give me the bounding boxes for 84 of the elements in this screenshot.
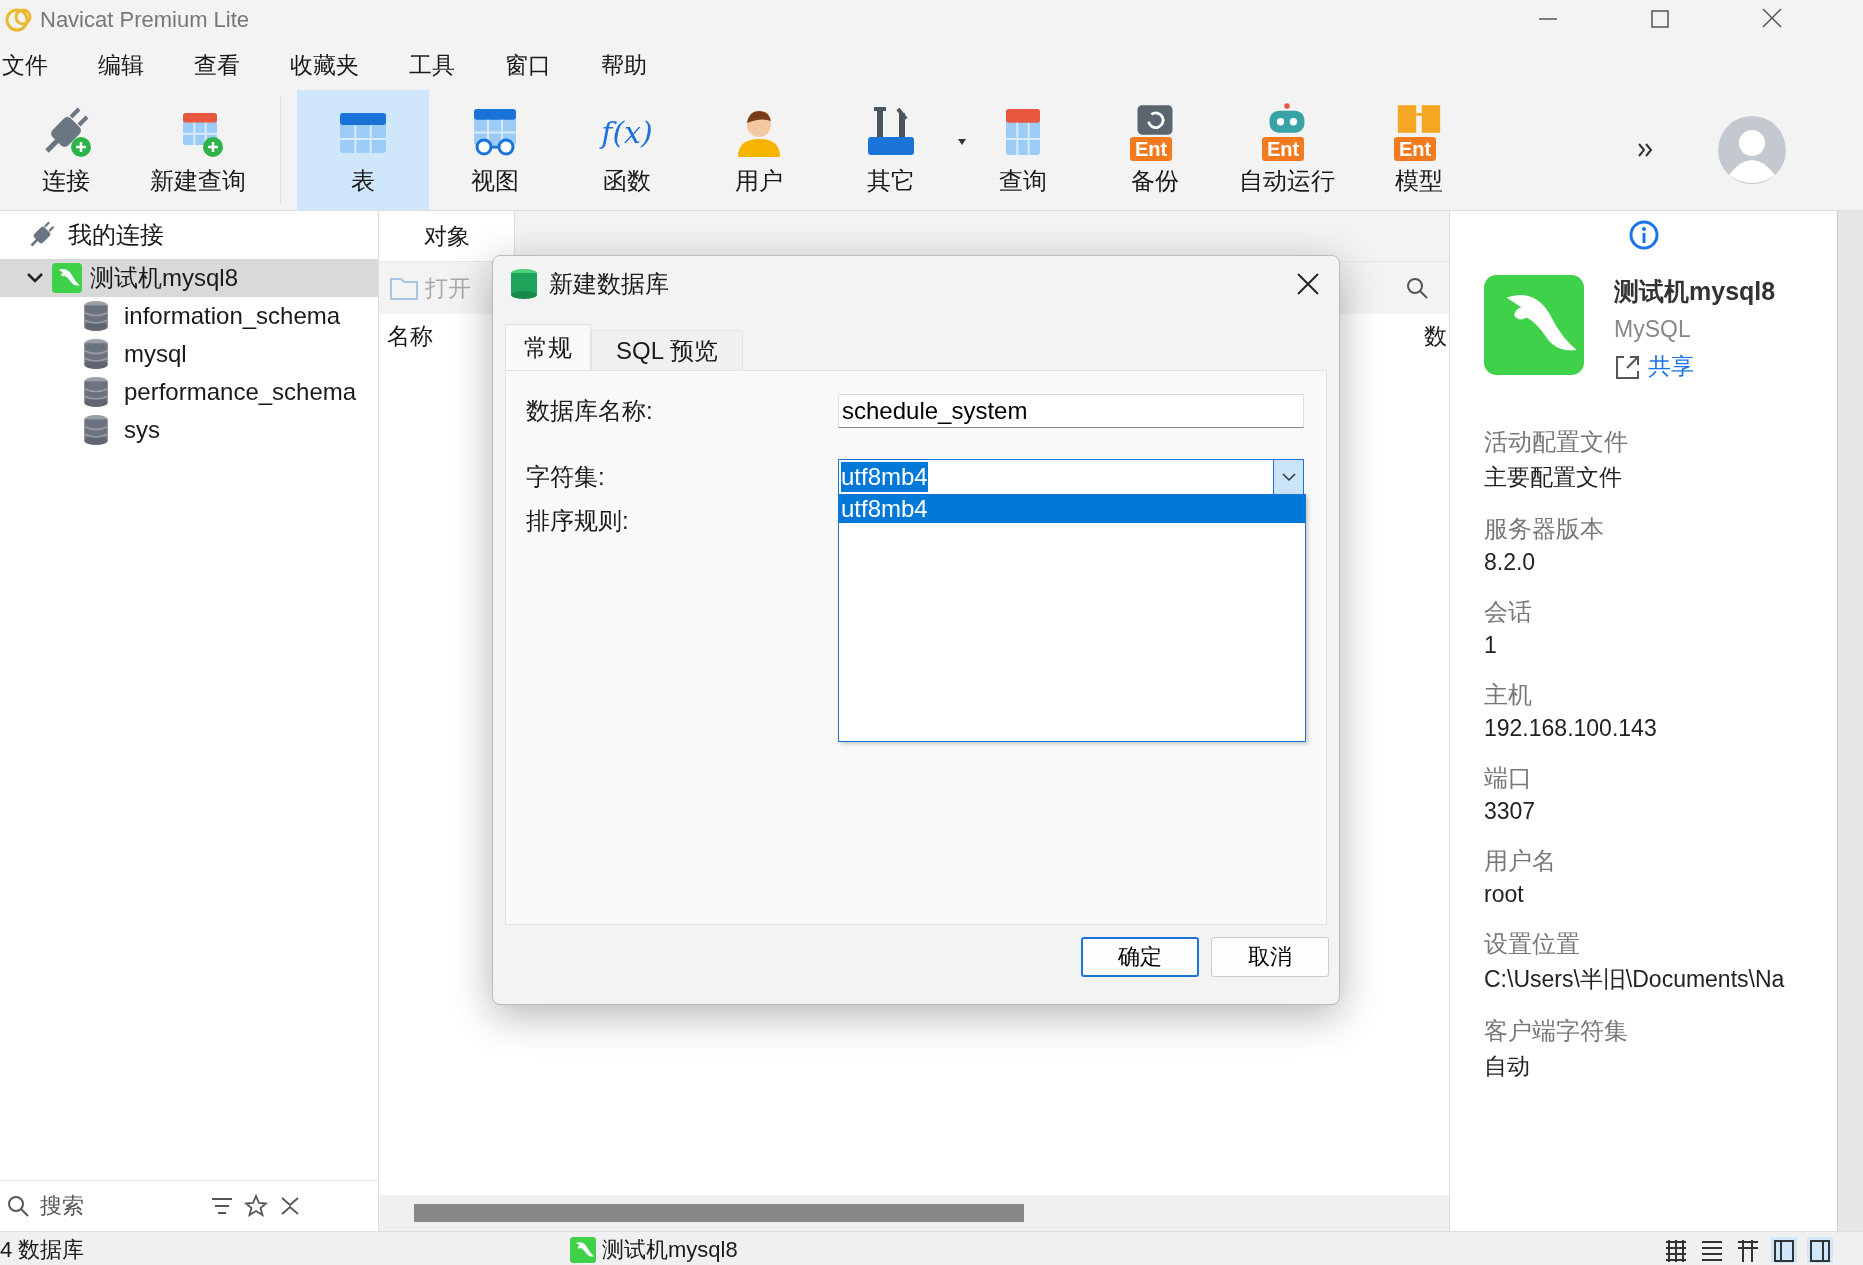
toolbar-button[interactable]: 表 <box>297 90 429 210</box>
info-icon[interactable] <box>1627 219 1660 251</box>
menu-item[interactable]: 帮助 <box>601 49 647 81</box>
field-label: 数据库名称: <box>526 396 654 426</box>
dialog-title: 新建数据库 <box>549 269 669 299</box>
menu-item[interactable]: 工具 <box>409 49 455 81</box>
share-link[interactable]: 共享 <box>1614 351 1694 382</box>
status-connection: 测试机mysql8 <box>602 1235 738 1264</box>
toolbar-button[interactable]: Ent 备份 <box>1089 90 1221 210</box>
dialog-button[interactable]: 取消 <box>1211 937 1329 977</box>
connection-type: MySQL <box>1614 316 1692 343</box>
toolbar-button[interactable]: 新建查询 <box>132 90 264 210</box>
function-icon: f(x) <box>598 103 656 161</box>
toolbar-button[interactable]: 视图 <box>429 90 561 210</box>
info-value: 1 <box>1484 632 1498 659</box>
database-item[interactable]: performance_schema <box>0 373 378 411</box>
dialog-button[interactable]: 确定 <box>1081 937 1199 977</box>
right-pane-icon[interactable] <box>1807 1236 1833 1263</box>
menu-item[interactable]: 文件 <box>2 49 48 81</box>
dolphin-icon <box>570 1236 596 1263</box>
info-value: 主要配置文件 <box>1484 463 1623 492</box>
toolbar-button[interactable]: Ent 自动运行 <box>1221 90 1353 210</box>
database-icon <box>82 414 110 446</box>
dialog-tab[interactable]: SQL 预览 <box>591 330 743 370</box>
caret-icon[interactable] <box>957 138 967 146</box>
toolbar-button[interactable]: 用户 <box>693 90 825 210</box>
field-label: 字符集: <box>526 462 606 492</box>
connection-item[interactable]: 测试机mysql8 <box>0 259 378 297</box>
info-label: 端口 <box>1484 763 1533 793</box>
menu-item[interactable]: 编辑 <box>98 49 144 81</box>
database-icon <box>82 300 110 332</box>
sidebar-title: 我的连接 <box>68 220 164 250</box>
column-header[interactable]: 数 <box>1424 320 1447 352</box>
database-item[interactable]: mysql <box>0 335 378 373</box>
chevron-icon[interactable] <box>26 271 44 285</box>
close-icon[interactable] <box>1295 271 1321 297</box>
toolbar-button[interactable]: Ent 模型 <box>1353 90 1485 210</box>
objects-tab[interactable]: 对象 <box>379 211 515 261</box>
menu-item[interactable]: 收藏夹 <box>290 49 359 81</box>
toolbar-button[interactable]: f(x) 函数 <box>561 90 693 210</box>
star-icon[interactable] <box>244 1194 268 1218</box>
info-value: 自动 <box>1484 1052 1531 1081</box>
database-item[interactable]: sys <box>0 411 378 449</box>
dropdown-button[interactable] <box>1273 460 1303 494</box>
info-value: 8.2.0 <box>1484 549 1537 576</box>
info-value: 3307 <box>1484 798 1537 825</box>
info-label: 活动配置文件 <box>1484 427 1629 457</box>
database-icon <box>509 268 539 300</box>
database-count: 4 数据库 <box>0 1235 86 1264</box>
connection-name: 测试机mysql8 <box>1614 276 1776 307</box>
column-header[interactable]: 名称 <box>387 320 433 352</box>
dropdown-option[interactable]: utf8mb4 <box>839 495 1305 523</box>
info-label: 客户端字符集 <box>1484 1016 1629 1046</box>
database-icon <box>82 376 110 408</box>
chevron-icon <box>1281 472 1296 482</box>
edition-badge: Ent <box>1394 137 1437 161</box>
edition-badge: Ent <box>1130 137 1173 161</box>
info-label: 用户名 <box>1484 846 1557 876</box>
menu-item[interactable]: 查看 <box>194 49 240 81</box>
field-label: 排序规则: <box>526 506 630 536</box>
dialog-tab[interactable]: 常规 <box>505 324 591 370</box>
dolphin-icon <box>52 263 82 293</box>
search-field[interactable]: 搜索 <box>40 1193 200 1219</box>
info-value: 192.168.100.143 <box>1484 715 1658 742</box>
search-icon[interactable] <box>6 1194 30 1218</box>
model-icon <box>1396 103 1442 135</box>
toolbar-button[interactable]: 查询 <box>957 90 1089 210</box>
database-icon <box>82 338 110 370</box>
info-label: 服务器版本 <box>1484 514 1605 544</box>
window-title: Navicat Premium Lite <box>40 7 250 33</box>
info-label: 主机 <box>1484 680 1533 710</box>
toolbar-button[interactable]: 连接 <box>0 90 132 210</box>
left-pane-icon[interactable] <box>1771 1236 1797 1263</box>
info-label: 会话 <box>1484 597 1533 627</box>
info-value: root <box>1484 881 1525 908</box>
name-field[interactable]: schedule_system <box>838 394 1304 428</box>
menu-item[interactable]: 窗口 <box>505 49 551 81</box>
database-item[interactable]: information_schema <box>0 297 378 335</box>
scrollbar-thumb[interactable] <box>414 1204 1024 1222</box>
info-label: 设置位置 <box>1484 929 1581 959</box>
toolbar-button[interactable]: 其它 <box>825 90 957 210</box>
search-icon[interactable] <box>1405 276 1429 300</box>
edition-badge: Ent <box>1262 137 1305 161</box>
info-value: C:\Users\半旧\Documents\Na <box>1484 965 1786 994</box>
